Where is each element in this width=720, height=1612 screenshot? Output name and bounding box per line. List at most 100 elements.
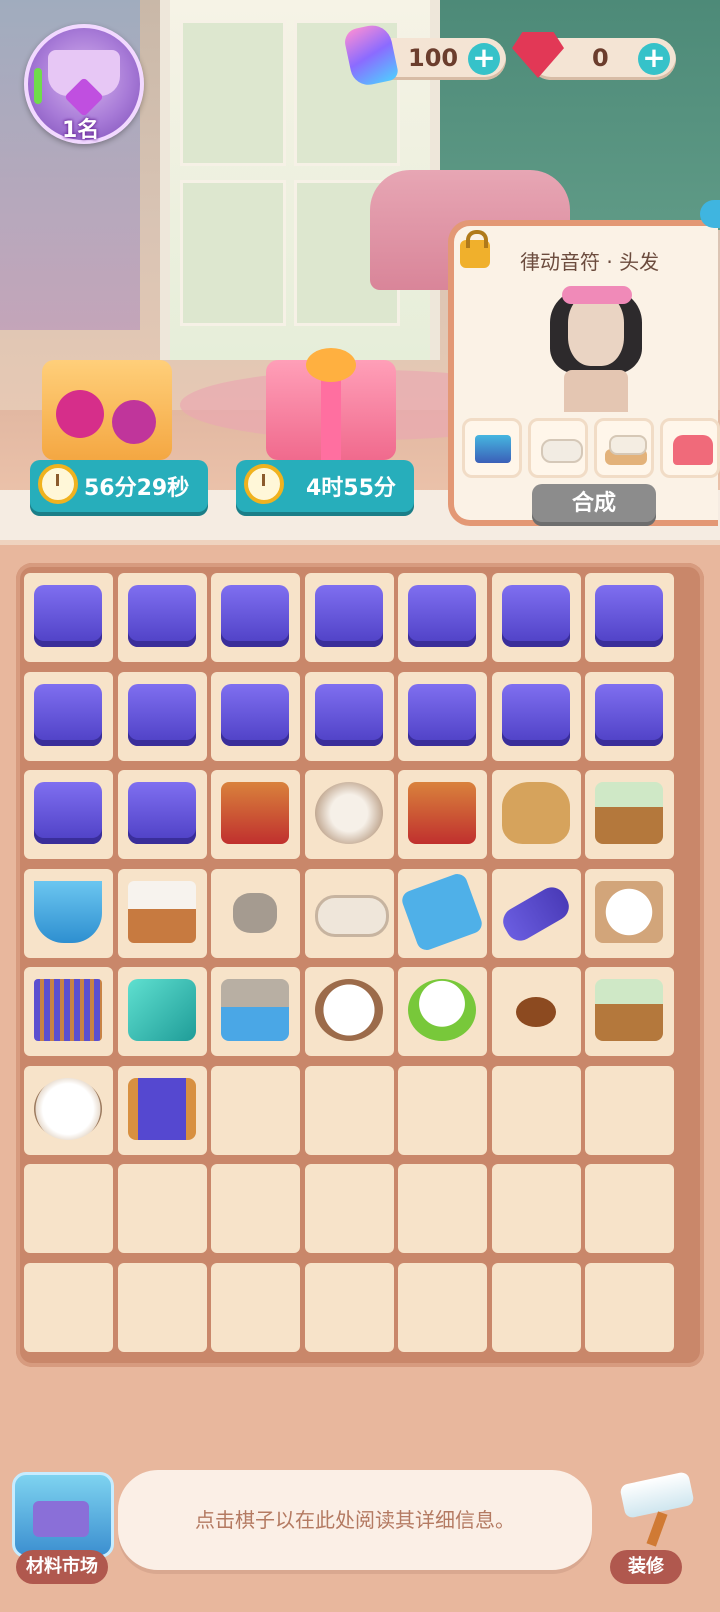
board-cell[interactable] — [304, 1262, 394, 1352]
board-cell[interactable] — [398, 573, 487, 662]
board-cell[interactable] — [585, 573, 674, 662]
board-cell[interactable] — [398, 671, 487, 761]
gift-timer-1[interactable]: 56分29秒 — [30, 460, 208, 512]
cotton-crate-icon — [127, 880, 196, 943]
board-cell[interactable] — [585, 671, 674, 761]
sewing-machine-icon[interactable] — [660, 418, 720, 478]
board-cell[interactable] — [398, 1164, 487, 1253]
board-cell[interactable] — [211, 868, 300, 958]
board-cell[interactable] — [398, 868, 487, 958]
seedling-box-icon — [595, 979, 663, 1041]
board-cell[interactable] — [24, 1164, 113, 1253]
loom-icon — [34, 979, 102, 1041]
board-cell[interactable] — [117, 770, 207, 859]
board-cell[interactable] — [491, 1065, 581, 1155]
hair-bust-preview-icon — [546, 274, 646, 414]
board-cell[interactable] — [304, 868, 394, 958]
board-cell[interactable] — [585, 1164, 674, 1253]
sewing-kit-icon — [408, 683, 476, 746]
board-cell[interactable] — [117, 1262, 207, 1352]
board-cell[interactable] — [24, 1262, 113, 1352]
alarm-clock-icon — [38, 464, 78, 504]
vip-gift-box-icon[interactable] — [266, 348, 396, 460]
board-cell[interactable] — [304, 573, 394, 662]
board-cell[interactable] — [491, 671, 581, 761]
board-cell[interactable] — [24, 868, 113, 958]
board-cell[interactable] — [491, 967, 581, 1056]
board-cell[interactable] — [491, 770, 581, 859]
side-tab-button[interactable] — [700, 200, 720, 228]
board-cell[interactable] — [117, 671, 207, 761]
gift-timer-2[interactable]: 4时55分 — [236, 460, 414, 512]
item-info-panel: 点击棋子以在此处阅读其详细信息。 — [118, 1470, 592, 1570]
folded-fabric-stack-icon[interactable] — [462, 418, 522, 478]
alarm-clock-icon — [244, 464, 284, 504]
thread-spool-gift-icon[interactable] — [42, 360, 172, 460]
add-gems-button[interactable]: + — [638, 43, 670, 75]
board-cell[interactable] — [585, 868, 674, 958]
board-cell[interactable] — [398, 1065, 487, 1155]
decorate-button[interactable]: 装修 — [610, 1550, 682, 1584]
board-cell[interactable] — [211, 671, 300, 761]
board-cell[interactable] — [117, 573, 207, 662]
board-cell[interactable] — [211, 1262, 300, 1352]
seed-icon — [515, 997, 556, 1027]
stone-scoop-icon — [399, 870, 485, 953]
board-cell[interactable] — [304, 967, 394, 1056]
add-energy-button[interactable]: + — [468, 43, 500, 75]
board-cell[interactable] — [491, 868, 581, 958]
gift-timer-1-label: 56分29秒 — [84, 476, 190, 501]
board-cell[interactable] — [398, 1262, 487, 1352]
paint-roller-icon[interactable] — [616, 1470, 696, 1547]
rolled-towel-tray-icon[interactable] — [594, 418, 654, 478]
board-cell[interactable] — [491, 1262, 581, 1352]
board-cell[interactable] — [211, 573, 300, 662]
fabric-icon — [127, 979, 196, 1041]
rolled-towel-icon[interactable] — [528, 418, 588, 478]
cotton-flower-icon — [34, 1077, 102, 1140]
gem-value: 0 — [592, 44, 609, 72]
log-cart-icon — [408, 782, 476, 844]
board-cell[interactable] — [491, 573, 581, 662]
board-cell[interactable] — [304, 671, 394, 761]
board-cell[interactable] — [398, 967, 487, 1056]
sewing-kit-icon — [501, 683, 570, 746]
board-cell[interactable] — [585, 967, 674, 1056]
board-cell[interactable] — [211, 1164, 300, 1253]
energy-value: 100 — [408, 44, 459, 72]
board-cell[interactable] — [304, 1164, 394, 1253]
material-market-button[interactable]: 材料市场 — [16, 1550, 108, 1584]
material-market-icon[interactable] — [12, 1472, 114, 1558]
board-cell[interactable] — [24, 573, 113, 662]
board-cell[interactable] — [585, 1262, 674, 1352]
board-cell[interactable] — [117, 868, 207, 958]
board-cell[interactable] — [304, 1065, 394, 1155]
board-cell[interactable] — [585, 770, 674, 859]
board-cell[interactable] — [585, 1065, 674, 1155]
board-cell[interactable] — [24, 1065, 113, 1155]
sewing-kit-icon — [595, 683, 663, 746]
cloth-rolls-icon — [314, 782, 383, 844]
board-cell[interactable] — [117, 1065, 207, 1155]
board-cell[interactable] — [398, 770, 487, 859]
board-cell[interactable] — [24, 671, 113, 761]
thread-bobbin-icon — [127, 1077, 196, 1140]
board-cell[interactable] — [24, 967, 113, 1056]
board-cell[interactable] — [491, 1164, 581, 1253]
board-cell[interactable] — [117, 1164, 207, 1253]
recipe-card: 律动音符 · 头发 合成 — [448, 220, 720, 526]
synthesize-button[interactable]: 合成 — [532, 484, 656, 526]
cloth-roll-icon — [314, 894, 389, 937]
board-cell[interactable] — [304, 770, 394, 859]
board-cell[interactable] — [24, 770, 113, 859]
board-cell[interactable] — [117, 967, 207, 1056]
board-cell[interactable] — [211, 1065, 300, 1155]
gift-timer-2-label: 4时55分 — [306, 476, 396, 501]
board-cell[interactable] — [211, 770, 300, 859]
log-cart-icon — [221, 782, 289, 844]
sewing-kit-icon — [314, 585, 383, 647]
seedling-box-icon — [595, 782, 663, 844]
sewing-kit-icon — [221, 683, 289, 746]
item-info-text: 点击棋子以在此处阅读其详细信息。 — [195, 1508, 515, 1532]
board-cell[interactable] — [211, 967, 300, 1056]
